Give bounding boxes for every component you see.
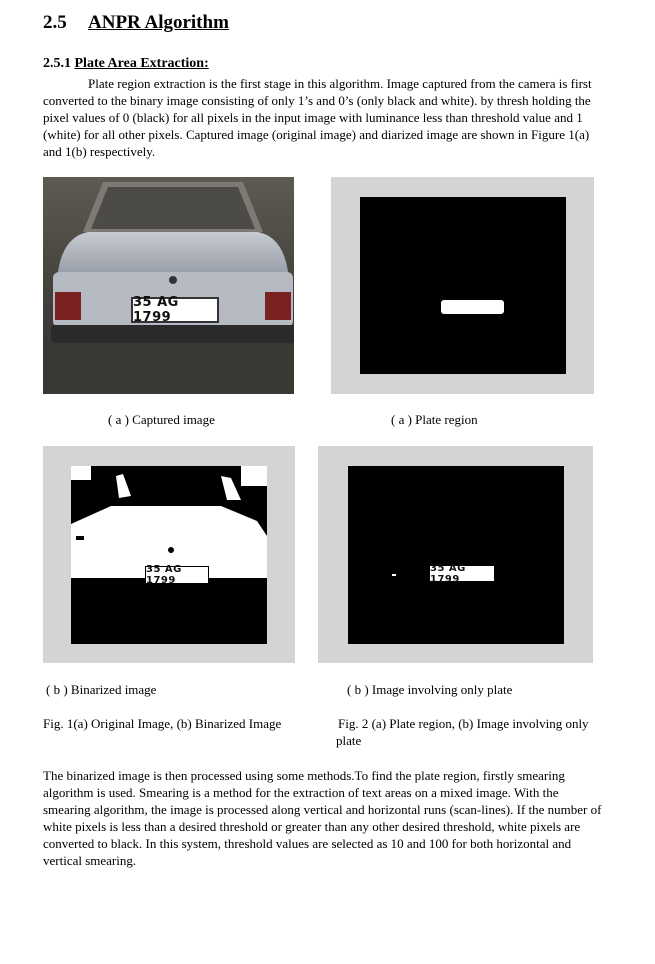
smearing-paragraph: The binarized image is then processed us… [43,768,602,868]
only-plate-image: 35 AG 1799 [318,446,593,663]
binarized-image: 35 AG 1799 [43,446,295,663]
section-heading: 2.5 ANPR Algorithm [43,12,229,34]
plate-region-blob [441,300,504,314]
subsection-number: 2.5.1 [43,56,71,71]
caption-binarized: ( b ) Binarized image [46,682,157,697]
fig2-caption: Fig. 2 (a) Plate region, (b) Image invol… [336,716,589,748]
subsection-heading: 2.5.1 Plate Area Extraction: [43,56,209,72]
only-plate-black-field: 35 AG 1799 [348,466,564,644]
noise-speck [392,574,396,576]
car-photo [43,177,294,394]
fig1-caption: Fig. 1(a) Original Image, (b) Binarized … [43,716,282,731]
license-plate: 35 AG 1799 [131,295,219,325]
captured-image: 35 AG 1799 [43,177,294,394]
binarized-field: 35 AG 1799 [71,466,267,644]
binarized-plate: 35 AG 1799 [145,564,209,586]
caption-plate-region: ( a ) Plate region [391,412,478,427]
caption-only-plate: ( b ) Image involving only plate [347,682,513,697]
section-title: ANPR Algorithm [88,12,229,33]
caption-captured: ( a ) Captured image [108,412,215,427]
extracted-plate: 35 AG 1799 [430,563,494,585]
binarized-car-shape [71,466,267,588]
intro-paragraph: Plate region extraction is the first sta… [43,76,592,159]
plate-region-image [331,177,594,394]
subsection-title: Plate Area Extraction: [74,56,209,71]
section-number: 2.5 [43,12,67,33]
plate-region-black-field [360,197,566,374]
